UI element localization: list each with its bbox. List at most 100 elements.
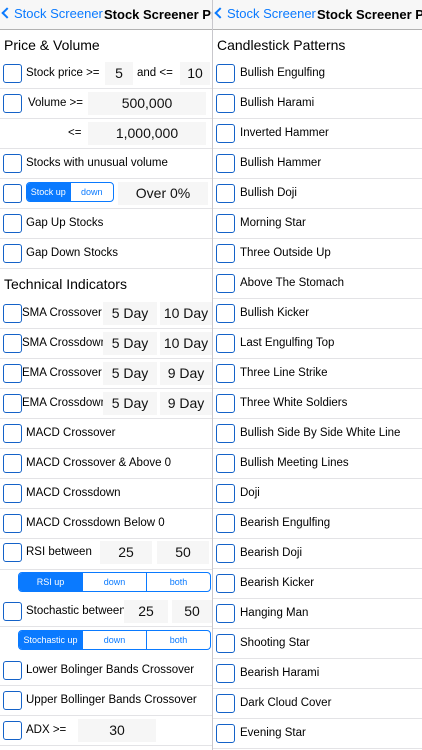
pattern-label: Morning Star bbox=[240, 217, 306, 229]
pattern-checkbox[interactable] bbox=[216, 94, 235, 113]
nav-bar: Stock Screener Stock Screener Pro bbox=[0, 0, 212, 30]
pattern-row: Above The Stomach bbox=[213, 269, 422, 299]
pattern-checkbox[interactable] bbox=[216, 454, 235, 473]
sma-crossover-row: SMA Crossover 5 Day 10 Day bbox=[0, 299, 212, 329]
change-input[interactable]: Over 0% bbox=[118, 182, 208, 205]
unusual-volume-checkbox[interactable] bbox=[3, 154, 22, 173]
volume-max-row: <= 1,000,000 bbox=[0, 119, 212, 149]
ema-crossdown-row: EMA Crossdown 5 Day 9 Day bbox=[0, 389, 212, 419]
pattern-checkbox[interactable] bbox=[216, 604, 235, 623]
stochastic-segment-row: Stochastic up down both bbox=[0, 628, 212, 654]
pattern-checkbox[interactable] bbox=[216, 484, 235, 503]
segment-stock-up[interactable]: Stock up bbox=[27, 183, 70, 201]
upper-bollinger-checkbox[interactable] bbox=[3, 691, 22, 710]
sma-crossover-label: SMA Crossover bbox=[22, 307, 102, 319]
gap-up-label: Gap Up Stocks bbox=[26, 217, 104, 229]
ema-crossover-fast-input[interactable]: 5 Day bbox=[103, 362, 157, 385]
macd-crossdown-checkbox[interactable] bbox=[3, 484, 22, 503]
pattern-checkbox[interactable] bbox=[216, 214, 235, 233]
ema-crossover-checkbox[interactable] bbox=[3, 364, 22, 383]
pattern-row: Dark Cloud Cover bbox=[213, 689, 422, 719]
pattern-checkbox[interactable] bbox=[216, 334, 235, 353]
price-max-input[interactable]: 10 bbox=[180, 62, 210, 85]
sma-crossdown-fast-input[interactable]: 5 Day bbox=[103, 332, 157, 355]
gap-down-checkbox[interactable] bbox=[3, 244, 22, 263]
adx-checkbox[interactable] bbox=[3, 721, 22, 740]
pattern-checkbox[interactable] bbox=[216, 274, 235, 293]
macd-crossover-above-label: MACD Crossover & Above 0 bbox=[26, 457, 172, 469]
segment-stock-down[interactable]: down bbox=[69, 183, 114, 201]
pattern-row: Bearish Engulfing bbox=[213, 509, 422, 539]
macd-crossover-above-checkbox[interactable] bbox=[3, 454, 22, 473]
sma-crossdown-checkbox[interactable] bbox=[3, 334, 22, 353]
back-button[interactable]: Stock Screener bbox=[1, 6, 103, 21]
pattern-checkbox[interactable] bbox=[216, 724, 235, 743]
volume-checkbox[interactable] bbox=[3, 94, 22, 113]
direction-checkbox[interactable] bbox=[3, 184, 22, 203]
sma-crossover-fast-input[interactable]: 5 Day bbox=[103, 302, 157, 325]
pattern-checkbox[interactable] bbox=[216, 544, 235, 563]
pattern-row: Shooting Star bbox=[213, 629, 422, 659]
rsi-segmented-control: RSI up down both bbox=[18, 572, 211, 592]
sma-crossover-slow-input[interactable]: 10 Day bbox=[160, 302, 212, 325]
pattern-checkbox[interactable] bbox=[216, 364, 235, 383]
sma-crossover-checkbox[interactable] bbox=[3, 304, 22, 323]
volume-max-input[interactable]: 1,000,000 bbox=[88, 122, 206, 145]
macd-crossover-row: MACD Crossover bbox=[0, 419, 212, 449]
rsi-segment-row: RSI up down both bbox=[0, 570, 212, 596]
lower-bollinger-checkbox[interactable] bbox=[3, 661, 22, 680]
pattern-row: Bullish Hammer bbox=[213, 149, 422, 179]
pattern-checkbox[interactable] bbox=[216, 634, 235, 653]
segment-rsi-down[interactable]: down bbox=[82, 573, 146, 591]
macd-crossdown-below-checkbox[interactable] bbox=[3, 514, 22, 533]
ema-crossdown-checkbox[interactable] bbox=[3, 394, 22, 413]
ema-crossdown-slow-input[interactable]: 9 Day bbox=[160, 392, 212, 415]
sma-crossdown-slow-input[interactable]: 10 Day bbox=[160, 332, 212, 355]
stochastic-checkbox[interactable] bbox=[3, 602, 22, 621]
back-button[interactable]: Stock Screener bbox=[214, 6, 316, 21]
pattern-checkbox[interactable] bbox=[216, 304, 235, 323]
volume-min-input[interactable]: 500,000 bbox=[88, 92, 206, 115]
pattern-checkbox[interactable] bbox=[216, 664, 235, 683]
segment-stochastic-down[interactable]: down bbox=[82, 631, 146, 649]
stock-price-label: Stock price >= bbox=[26, 67, 100, 79]
unusual-volume-row: Stocks with unusual volume bbox=[0, 149, 212, 179]
pattern-row: Bullish Doji bbox=[213, 179, 422, 209]
pattern-checkbox[interactable] bbox=[216, 424, 235, 443]
rsi-high-input[interactable]: 50 bbox=[157, 541, 209, 564]
adx-row: ADX >= 30 bbox=[0, 716, 212, 746]
pattern-checkbox[interactable] bbox=[216, 154, 235, 173]
stock-price-checkbox[interactable] bbox=[3, 64, 22, 83]
segment-stochastic-both[interactable]: both bbox=[146, 631, 210, 649]
pattern-row: Bullish Kicker bbox=[213, 299, 422, 329]
segment-rsi-both[interactable]: both bbox=[146, 573, 210, 591]
ema-crossdown-fast-input[interactable]: 5 Day bbox=[103, 392, 157, 415]
segment-stochastic-up[interactable]: Stochastic up bbox=[19, 631, 82, 649]
unusual-volume-label: Stocks with unusual volume bbox=[26, 157, 168, 169]
gap-up-checkbox[interactable] bbox=[3, 214, 22, 233]
pattern-checkbox[interactable] bbox=[216, 394, 235, 413]
rsi-row: RSI between 25 50 bbox=[0, 538, 212, 570]
stochastic-row: Stochastic between 25 50 bbox=[0, 597, 212, 627]
pattern-checkbox[interactable] bbox=[216, 514, 235, 533]
macd-crossover-checkbox[interactable] bbox=[3, 424, 22, 443]
pattern-checkbox[interactable] bbox=[216, 124, 235, 143]
rsi-checkbox[interactable] bbox=[3, 543, 22, 562]
stochastic-high-input[interactable]: 50 bbox=[172, 600, 212, 623]
pattern-checkbox[interactable] bbox=[216, 64, 235, 83]
pattern-checkbox[interactable] bbox=[216, 694, 235, 713]
segment-rsi-up[interactable]: RSI up bbox=[19, 573, 82, 591]
ema-crossover-slow-input[interactable]: 9 Day bbox=[160, 362, 212, 385]
pattern-checkbox[interactable] bbox=[216, 574, 235, 593]
pattern-row: Bullish Harami bbox=[213, 89, 422, 119]
pattern-label: Evening Star bbox=[240, 727, 306, 739]
stochastic-low-input[interactable]: 25 bbox=[124, 600, 168, 623]
stochastic-label: Stochastic between bbox=[26, 605, 126, 617]
adx-input[interactable]: 30 bbox=[78, 719, 156, 742]
direction-row: Stock up down Over 0% bbox=[0, 179, 212, 209]
rsi-low-input[interactable]: 25 bbox=[100, 541, 152, 564]
pattern-checkbox[interactable] bbox=[216, 184, 235, 203]
pattern-label: Bearish Doji bbox=[240, 547, 302, 559]
pattern-checkbox[interactable] bbox=[216, 244, 235, 263]
price-min-input[interactable]: 5 bbox=[105, 62, 133, 85]
